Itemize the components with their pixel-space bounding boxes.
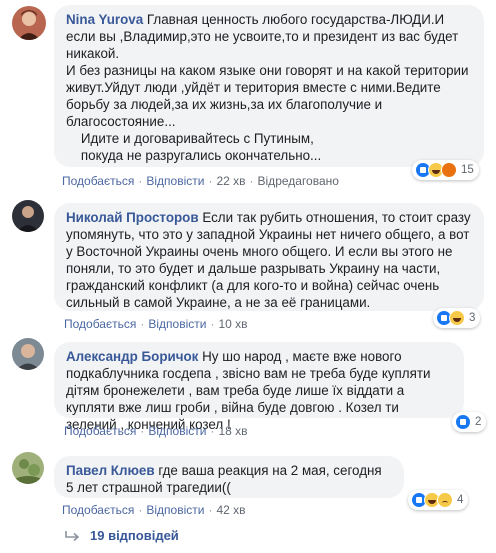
comment-bubble: Николай Просторов Если так рубить отноше… [54,203,484,311]
reactions-summary[interactable]: 15 [412,160,479,180]
reaction-count: 4 [457,494,464,506]
like-button[interactable]: Подобається [62,503,134,517]
haha-icon [449,310,465,326]
comment-bubble: Nina Yurova Главная ценность любого госу… [54,5,484,167]
comment-actions: Подобається · Відповісти · 18 хв [64,424,248,438]
comment-actions: Подобається · Відповісти · 42 хв [62,503,246,517]
reply-arrow-icon [65,530,80,541]
reply-button[interactable]: Відповісти [146,503,204,517]
reactions-summary[interactable]: 4 [408,490,469,510]
avatar[interactable] [12,6,46,40]
comment-time[interactable]: 18 хв [218,424,247,438]
reactions-summary[interactable]: 3 [433,308,481,328]
replies-count-label[interactable]: 19 відповідей [90,528,179,543]
avatar[interactable] [12,452,44,484]
like-button[interactable]: Подобається [64,317,136,331]
reaction-count: 15 [461,164,474,176]
sad-icon [437,492,453,508]
reply-button[interactable]: Відповісти [148,317,206,331]
comment-time[interactable]: 10 хв [218,317,247,331]
like-button[interactable]: Подобається [62,174,134,188]
avatar[interactable] [12,200,44,232]
view-replies-link[interactable]: 19 відповідей [64,528,179,543]
comment-bubble: Павел Клюев где ваша реакция на 2 мая, с… [54,456,404,498]
comment-author[interactable]: Павел Клюев [66,463,155,478]
comment-text: Главная ценность любого государства-ЛЮДИ… [66,12,469,163]
comment-author[interactable]: Nina Yurova [66,12,143,27]
comment-time[interactable]: 42 хв [216,503,245,517]
comment-text: Если так рубить отношения, то стоит сраз… [66,210,475,310]
comment-time[interactable]: 22 хв [216,174,245,188]
comment-actions: Подобається · Відповісти · 10 хв [64,317,248,331]
comment-bubble: Александр Боричок Ну шо народ , маєте вж… [54,342,464,432]
comment-author[interactable]: Николай Просторов [66,210,199,225]
like-icon [455,414,471,430]
reaction-count: 2 [475,416,482,428]
reactions-summary[interactable]: 2 [452,412,487,432]
reply-button[interactable]: Відповісти [146,174,204,188]
reaction-count: 3 [469,312,476,324]
edited-label[interactable]: Відредаговано [258,174,339,188]
comment-author[interactable]: Александр Боричок [66,349,198,364]
avatar[interactable] [12,338,44,370]
like-button[interactable]: Подобається [64,424,136,438]
comment-actions: Подобається · Відповісти · 22 хв · Відредагова… [62,174,339,188]
reply-button[interactable]: Відповісти [148,424,206,438]
angry-icon [441,162,457,178]
